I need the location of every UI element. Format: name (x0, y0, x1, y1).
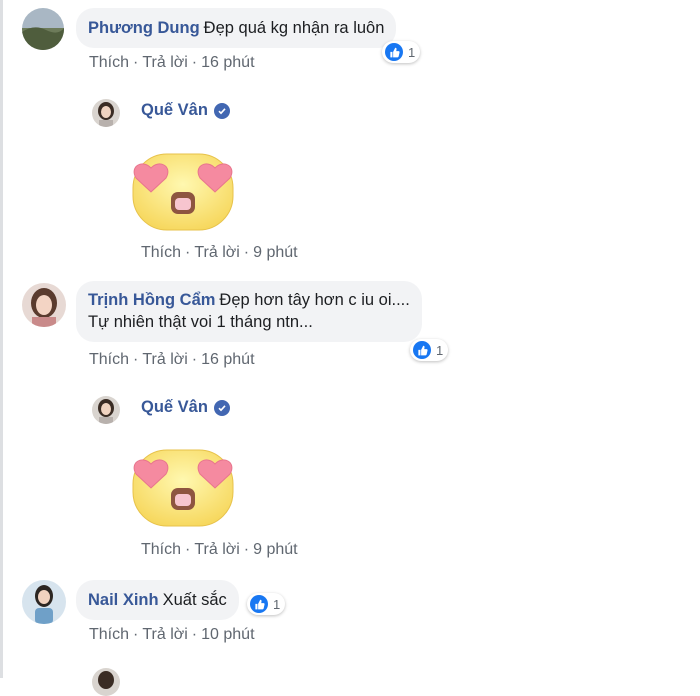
comment-bubble: Trịnh Hồng Cẩm Đẹp hơn tây hơn c iu oi...… (76, 281, 422, 342)
comment-text: Xuất sắc (162, 591, 227, 609)
reply-author-row: Quế Vân (141, 101, 230, 120)
comment-author[interactable]: Phương Dung (88, 19, 200, 37)
page-edge (0, 0, 3, 678)
separator-dot: · (133, 351, 139, 368)
reaction-number: 1 (436, 342, 444, 358)
reply-author[interactable]: Quế Vân (141, 101, 208, 120)
avatar-que-van[interactable] (92, 99, 120, 127)
separator-dot: · (243, 244, 250, 261)
like-link[interactable]: Thích (89, 626, 129, 643)
timestamp[interactable]: 9 phút (253, 541, 297, 558)
separator-dot: · (191, 351, 198, 368)
comment-text: Đẹp quá kg nhận ra luôn (203, 19, 385, 37)
separator-dot: · (191, 54, 198, 71)
reaction-number: 1 (408, 44, 416, 60)
comment-bubble: Nail Xinh Xuất sắc (76, 580, 239, 620)
reply-author[interactable]: Quế Vân (141, 398, 208, 417)
timestamp[interactable]: 9 phút (253, 244, 297, 261)
reply-link[interactable]: Trả lời (142, 351, 187, 368)
comment-actions: Thích · Trả lời · 16 phút (89, 351, 255, 369)
avatar-que-van[interactable] (92, 668, 120, 696)
reply-link[interactable]: Trả lời (142, 54, 187, 71)
reply-actions: Thích · Trả lời · 9 phút (141, 541, 298, 559)
reaction-count[interactable]: 1 (410, 339, 449, 361)
reply-link[interactable]: Trả lời (142, 626, 187, 643)
timestamp[interactable]: 16 phút (201, 54, 254, 71)
separator-dot: · (191, 626, 198, 643)
comment-actions: Thích · Trả lời · 10 phút (89, 626, 255, 644)
reaction-count[interactable]: 1 (247, 593, 286, 615)
reaction-count[interactable]: 1 (382, 41, 421, 63)
thumbs-up-icon (385, 43, 403, 61)
comment-text: Đẹp hơn tây hơn c iu oi.... (219, 291, 410, 309)
reaction-number: 1 (273, 596, 281, 612)
separator-dot: · (133, 54, 139, 71)
comment-bubble: Phương Dung Đẹp quá kg nhận ra luôn (76, 8, 397, 48)
timestamp[interactable]: 10 phút (201, 626, 254, 643)
like-link[interactable]: Thích (141, 541, 181, 558)
verified-badge-icon (213, 399, 230, 416)
avatar-que-van[interactable] (92, 396, 120, 424)
heart-eyes-sticker[interactable] (127, 148, 239, 237)
comment-line-2: Tự nhiên thật voi 1 tháng ntn... (88, 313, 313, 331)
separator-dot: · (133, 626, 139, 643)
comment-actions: Thích · Trả lời · 16 phút (89, 54, 255, 72)
like-link[interactable]: Thích (89, 54, 129, 71)
comment-author[interactable]: Trịnh Hồng Cẩm (88, 291, 215, 309)
verified-badge-icon (213, 102, 230, 119)
heart-eyes-sticker[interactable] (127, 444, 239, 533)
reply-link[interactable]: Trả lời (194, 541, 239, 558)
thumbs-up-icon (413, 341, 431, 359)
reply-actions: Thích · Trả lời · 9 phút (141, 244, 298, 262)
comment-author[interactable]: Nail Xinh (88, 591, 159, 609)
like-link[interactable]: Thích (89, 351, 129, 368)
thumbs-up-icon (250, 595, 268, 613)
reply-link[interactable]: Trả lời (194, 244, 239, 261)
avatar-trinh-hong-cam[interactable] (22, 283, 66, 327)
separator-dot: · (243, 541, 250, 558)
comment-line-1: Trịnh Hồng Cẩm Đẹp hơn tây hơn c iu oi...… (88, 289, 410, 311)
avatar-nail-xinh[interactable] (22, 580, 66, 624)
timestamp[interactable]: 16 phút (201, 351, 254, 368)
avatar-phuong-dung[interactable] (22, 8, 64, 50)
like-link[interactable]: Thích (141, 244, 181, 261)
reply-author-row: Quế Vân (141, 398, 230, 417)
separator-dot: · (185, 244, 191, 261)
separator-dot: · (185, 541, 191, 558)
